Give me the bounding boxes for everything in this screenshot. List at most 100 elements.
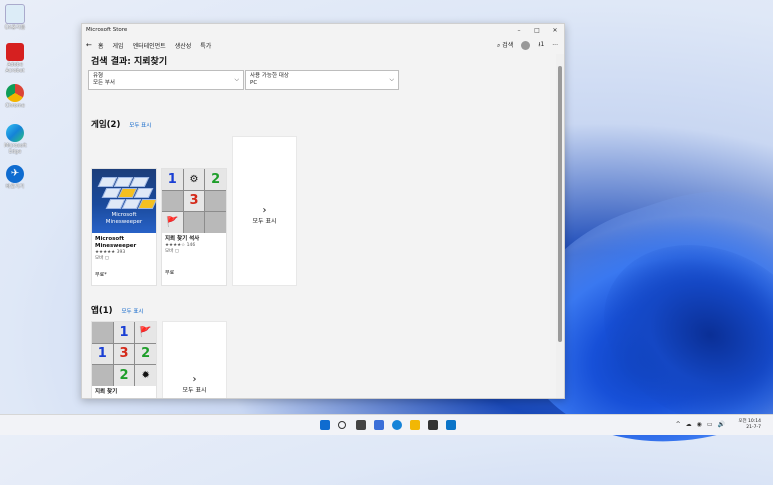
card-title: 지뢰 찾기 석사	[165, 236, 200, 242]
board-cell	[92, 365, 113, 386]
downloads-button[interactable]: ⭳1	[538, 40, 544, 50]
board-cell	[92, 322, 113, 343]
desktop-icon-recycle-bin[interactable]: Ǔƛ휴지통	[4, 4, 26, 31]
board-cell	[162, 190, 183, 212]
games-show-all-card[interactable]: › 모두 표시	[232, 136, 297, 286]
download-count: 1	[540, 41, 545, 48]
app-icon: ✈	[6, 165, 24, 183]
games-show-all-link[interactable]: 모두 표시	[129, 123, 151, 129]
chevron-right-icon: ›	[262, 205, 267, 216]
scrollbar[interactable]	[556, 54, 564, 398]
apps-section-title: 앱(1) 모두 표시	[91, 306, 144, 316]
board-cell: 2	[113, 365, 135, 386]
minesweeper-board-image: 1 ⚙ 2 3 🚩	[162, 169, 226, 233]
board-cell: 2	[205, 169, 226, 190]
title-bar: Microsoft Store – □ ✕	[82, 24, 564, 36]
desktop-icon-label: Chrome	[5, 103, 25, 109]
recycle-bin-icon	[5, 4, 25, 24]
edge-icon	[6, 124, 24, 142]
system-tray: ^ ☁ ◉ ▭ 🔊	[676, 421, 725, 428]
app-card-minesweeper[interactable]: 1 🚩 1 3 2 2 ✹ 지뢰 찾기	[91, 321, 157, 398]
desktop-icon-acrobat[interactable]: Adobe Acrobat	[4, 43, 26, 74]
nav-item-deals[interactable]: 특가	[200, 41, 211, 50]
avatar[interactable]	[521, 40, 531, 50]
games-section-title: 게임(2) 모두 표시	[91, 120, 152, 130]
availability-filter[interactable]: 사용 가능한 대상 PC ⌵	[245, 70, 399, 90]
volume-icon[interactable]: 🔊	[718, 421, 725, 428]
card-title: Microsoft Minesweeper	[95, 236, 137, 249]
board-cell: 1	[162, 169, 183, 190]
filter-label: 유형	[93, 73, 104, 79]
edge-taskbar-icon[interactable]	[392, 420, 402, 430]
board-cell	[205, 190, 226, 212]
type-filter[interactable]: 유형 모든 부서 ⌵	[88, 70, 244, 90]
board-cell: 🚩	[162, 212, 183, 233]
mail-icon[interactable]	[446, 420, 456, 430]
show-all-label: 모두 표시	[252, 218, 277, 225]
search-icon[interactable]	[338, 421, 346, 429]
clock[interactable]: 오전 10:14 21-7-7	[738, 419, 761, 431]
board-cell: 3	[113, 343, 135, 365]
desktop-icon-label: Ǔƛ휴지통	[4, 25, 26, 31]
card-price: 무료	[165, 270, 175, 276]
desktop-icon-chrome[interactable]: Chrome	[4, 84, 26, 109]
back-button[interactable]: ←	[86, 41, 98, 49]
chevron-up-icon[interactable]: ^	[676, 421, 681, 428]
board-cell	[183, 212, 205, 233]
filter-value: 모든 부서	[93, 80, 115, 86]
board-cell: 3	[183, 190, 205, 212]
minesweeper-tile-image: Microsoft Minesweeper	[92, 169, 156, 233]
board-cell: ⚙	[183, 169, 205, 190]
nav-item-productivity[interactable]: 생산성	[175, 41, 192, 50]
filter-value: PC	[250, 80, 258, 86]
filter-label: 사용 가능한 대상	[250, 73, 289, 79]
desktop-icon-edge[interactable]: Microsoft Edge	[4, 124, 27, 155]
store-taskbar-icon[interactable]	[428, 420, 438, 430]
chrome-icon	[6, 84, 24, 102]
acrobat-icon	[6, 43, 24, 61]
maximize-button[interactable]: □	[528, 27, 546, 34]
nav-item-games[interactable]: 게임	[113, 41, 124, 50]
task-view-icon[interactable]	[356, 420, 366, 430]
display-icon[interactable]: ▭	[707, 421, 713, 428]
game-card-minesweeper-master[interactable]: 1 ⚙ 2 3 🚩 지뢰 찾기 석사 ★★★★☆ 146 모바 ▢ 무료	[161, 168, 227, 286]
chevron-down-icon: ⌵	[234, 76, 239, 83]
minimize-button[interactable]: –	[510, 27, 528, 34]
search-label: 검색	[502, 42, 514, 49]
page-title: 검색 결과: 지뢰찾기	[91, 57, 168, 67]
desktop-icon-label: Microsoft Edge	[4, 143, 27, 155]
window-title: Microsoft Store	[86, 27, 128, 33]
board-cell	[205, 212, 226, 233]
chevron-down-icon: ⌵	[389, 76, 394, 83]
clock-date: 21-7-7	[746, 425, 761, 430]
chevron-right-icon: ›	[192, 374, 197, 385]
search-icon: ⌕	[496, 42, 501, 49]
widgets-icon[interactable]	[374, 420, 384, 430]
start-icon[interactable]	[320, 420, 330, 430]
show-all-label: 모두 표시	[182, 387, 207, 394]
card-title: 지뢰 찾기	[95, 389, 118, 395]
minesweeper-logo-text: Microsoft Minesweeper	[105, 212, 143, 225]
board-cell: 2	[135, 343, 156, 365]
game-card-minesweeper[interactable]: Microsoft Minesweeper Microsoft Minesweepe…	[91, 168, 157, 286]
file-explorer-icon[interactable]	[410, 420, 420, 430]
desktop-icon-app[interactable]: ✈ 바로가기	[4, 165, 26, 190]
more-button[interactable]: ···	[552, 42, 558, 49]
results-content: 검색 결과: 지뢰찾기 유형 모든 부서 ⌵ 사용 가능한 대상 PC ⌵ 게임…	[82, 54, 556, 398]
apps-show-all-link[interactable]: 모두 표시	[121, 309, 143, 315]
apps-show-all-card[interactable]: › 모두 표시	[162, 321, 227, 398]
close-button[interactable]: ✕	[546, 27, 564, 34]
nav-item-home[interactable]: 홈	[98, 41, 104, 50]
card-price: 무료*	[95, 272, 107, 278]
taskbar: ^ ☁ ◉ ▭ 🔊 오전 10:14 21-7-7	[0, 414, 773, 435]
search-button[interactable]: ⌕ 검색	[497, 40, 513, 50]
board-cell: 1	[92, 343, 113, 365]
store-window: Microsoft Store – □ ✕ ← 홈 게임 엔터테인먼트 생산성 …	[81, 23, 565, 399]
nav-bar: ← 홈 게임 엔터테인먼트 생산성 특가 ⌕ 검색 ⭳1 ···	[82, 36, 564, 54]
desktop-icon-label: Adobe Acrobat	[5, 62, 25, 74]
nav-item-entertainment[interactable]: 엔터테인먼트	[133, 41, 166, 50]
board-cell: 🚩	[135, 322, 156, 343]
onedrive-icon[interactable]: ☁	[686, 421, 692, 428]
scrollbar-thumb[interactable]	[558, 66, 562, 342]
security-icon[interactable]: ◉	[697, 421, 702, 428]
